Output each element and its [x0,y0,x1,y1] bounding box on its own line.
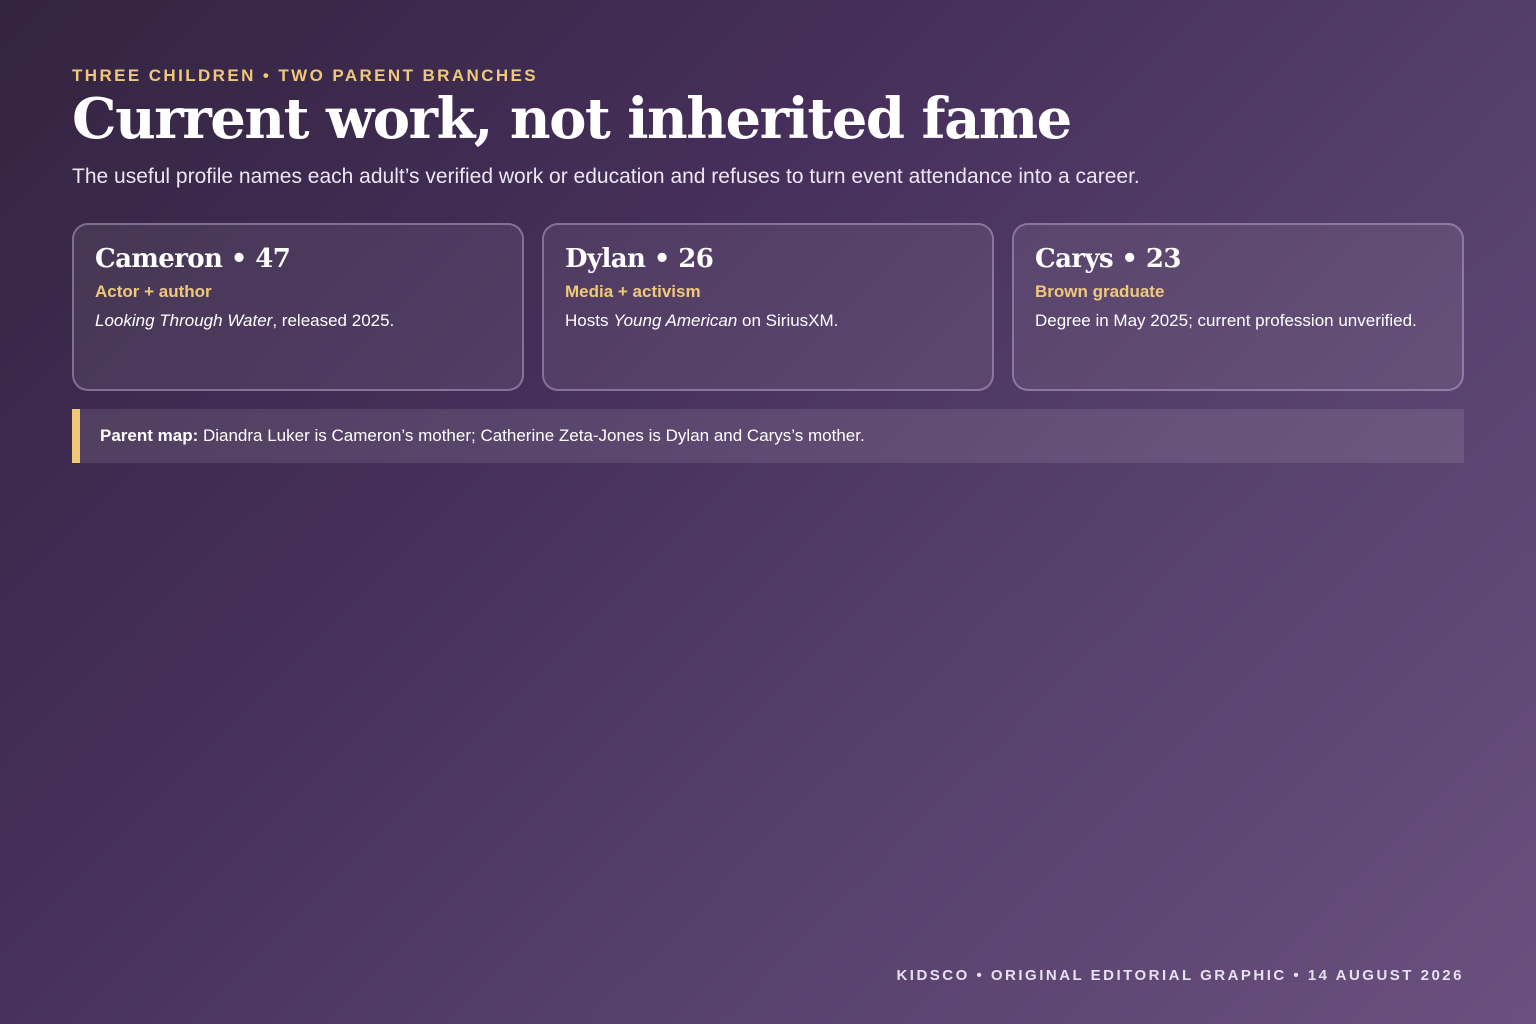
note-text: Diandra Luker is Cameron’s mother; Cathe… [198,426,865,445]
card-role: Media + activism [565,282,701,301]
card-name: Cameron • 47 [95,244,291,274]
card-description-text: , released 2025. [272,311,395,330]
parent-map-note: Parent map: Diandra Luker is Cameron’s m… [72,409,1464,463]
page-title: Current work, not inherited fame [72,86,1072,152]
card-role: Actor + author [95,282,212,301]
note-label: Parent map: [100,426,199,445]
card-description: Looking Through Water, released 2025. [95,310,501,332]
subtitle: The useful profile names each adult’s ve… [72,165,1140,188]
profile-card-dylan: Dylan • 26 Media + activism Hosts Young … [542,223,994,391]
editorial-graphic: THREE CHILDREN • TWO PARENT BRANCHES Cur… [72,66,1464,463]
card-role: Brown graduate [1035,282,1165,301]
card-description-text: Degree in May 2025; current profession u… [1035,311,1417,330]
footer-credit: KIDSCO • ORIGINAL EDITORIAL GRAPHIC • 14… [896,967,1464,984]
card-name: Carys • 23 [1035,244,1181,274]
card-description-title: Young American [613,311,738,330]
profile-card-carys: Carys • 23 Brown graduate Degree in May … [1012,223,1464,391]
card-name: Dylan • 26 [565,244,714,274]
card-description: Hosts Young American on SiriusXM. [565,310,971,332]
profile-cards: Cameron • 47 Actor + author Looking Thro… [72,223,1464,391]
kicker: THREE CHILDREN • TWO PARENT BRANCHES [72,66,539,85]
card-description: Degree in May 2025; current profession u… [1035,310,1441,332]
card-description-text: on SiriusXM. [737,311,839,330]
card-description-prefix: Hosts [565,311,614,330]
card-description-title: Looking Through Water [95,311,273,330]
profile-card-cameron: Cameron • 47 Actor + author Looking Thro… [72,223,524,391]
